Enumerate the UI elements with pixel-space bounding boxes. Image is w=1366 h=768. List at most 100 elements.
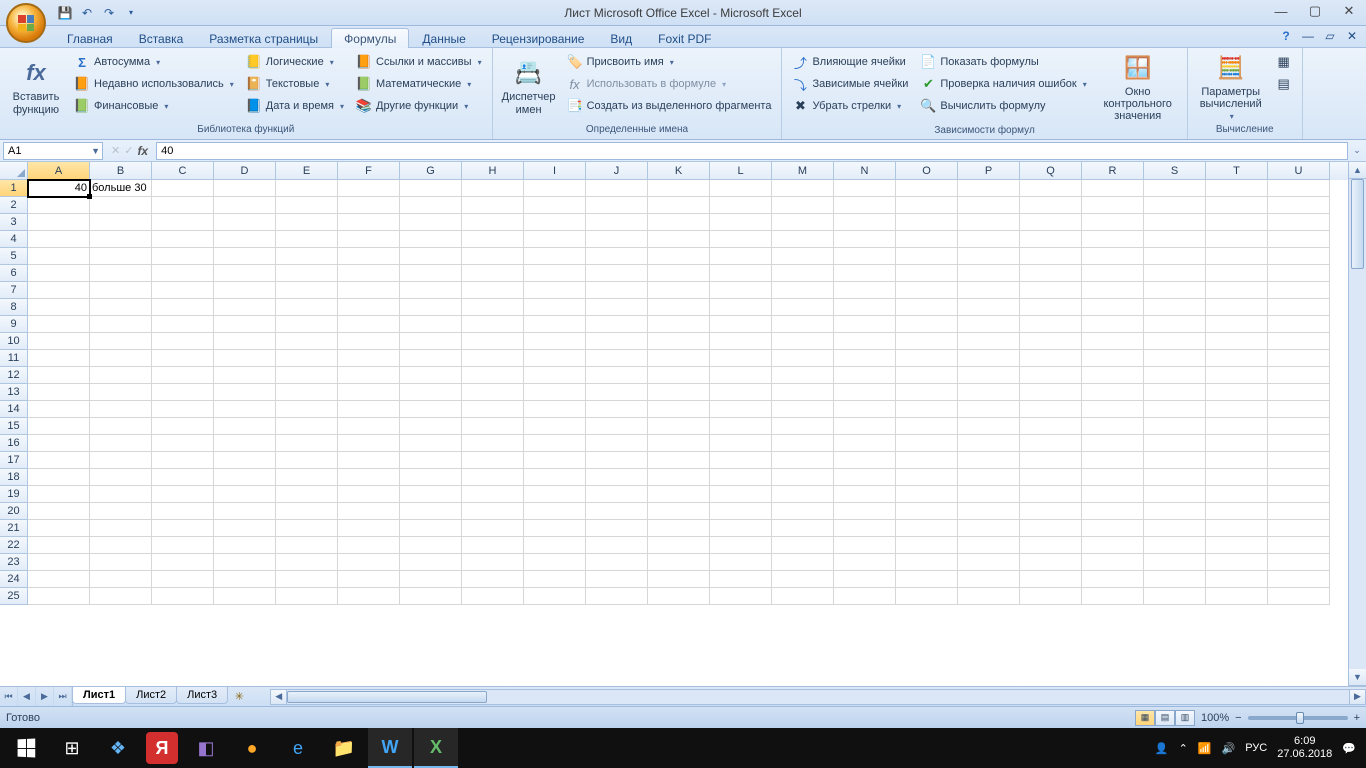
cell-A22[interactable] bbox=[28, 537, 90, 554]
cell-G20[interactable] bbox=[400, 503, 462, 520]
cell-G16[interactable] bbox=[400, 435, 462, 452]
cell-J12[interactable] bbox=[586, 367, 648, 384]
zoom-thumb[interactable] bbox=[1296, 712, 1304, 724]
cell-S13[interactable] bbox=[1144, 384, 1206, 401]
cell-T11[interactable] bbox=[1206, 350, 1268, 367]
office-button[interactable] bbox=[6, 3, 46, 43]
cell-A5[interactable] bbox=[28, 248, 90, 265]
taskbar-app-1[interactable]: ❖ bbox=[96, 728, 140, 768]
cell-B11[interactable] bbox=[90, 350, 152, 367]
cell-C1[interactable] bbox=[152, 180, 214, 197]
cell-D12[interactable] bbox=[214, 367, 276, 384]
cell-L12[interactable] bbox=[710, 367, 772, 384]
cell-E1[interactable] bbox=[276, 180, 338, 197]
cell-K7[interactable] bbox=[648, 282, 710, 299]
cell-E19[interactable] bbox=[276, 486, 338, 503]
maximize-button[interactable]: ▢ bbox=[1298, 0, 1332, 22]
cell-L4[interactable] bbox=[710, 231, 772, 248]
cell-B15[interactable] bbox=[90, 418, 152, 435]
cell-A18[interactable] bbox=[28, 469, 90, 486]
cell-H11[interactable] bbox=[462, 350, 524, 367]
cell-K24[interactable] bbox=[648, 571, 710, 588]
cell-B6[interactable] bbox=[90, 265, 152, 282]
cell-Q21[interactable] bbox=[1020, 520, 1082, 537]
cell-H16[interactable] bbox=[462, 435, 524, 452]
cell-G25[interactable] bbox=[400, 588, 462, 605]
tab-данные[interactable]: Данные bbox=[409, 28, 478, 48]
cell-K15[interactable] bbox=[648, 418, 710, 435]
cell-E3[interactable] bbox=[276, 214, 338, 231]
cell-D14[interactable] bbox=[214, 401, 276, 418]
cell-P18[interactable] bbox=[958, 469, 1020, 486]
taskbar-excel-button[interactable]: X bbox=[414, 728, 458, 768]
cell-C18[interactable] bbox=[152, 469, 214, 486]
cell-P5[interactable] bbox=[958, 248, 1020, 265]
cell-H9[interactable] bbox=[462, 316, 524, 333]
cell-Q8[interactable] bbox=[1020, 299, 1082, 316]
cell-P21[interactable] bbox=[958, 520, 1020, 537]
cell-B19[interactable] bbox=[90, 486, 152, 503]
taskbar-app-2[interactable]: Я bbox=[146, 732, 178, 764]
minimize-button[interactable]: — bbox=[1264, 0, 1298, 22]
horizontal-scrollbar[interactable]: ◀ ▶ bbox=[270, 689, 1366, 705]
cell-J21[interactable] bbox=[586, 520, 648, 537]
mdi-close-icon[interactable]: ✕ bbox=[1344, 28, 1360, 44]
cell-G23[interactable] bbox=[400, 554, 462, 571]
cell-O23[interactable] bbox=[896, 554, 958, 571]
cell-E14[interactable] bbox=[276, 401, 338, 418]
cell-P15[interactable] bbox=[958, 418, 1020, 435]
cell-K23[interactable] bbox=[648, 554, 710, 571]
cell-H1[interactable] bbox=[462, 180, 524, 197]
cell-U12[interactable] bbox=[1268, 367, 1330, 384]
cell-S7[interactable] bbox=[1144, 282, 1206, 299]
cell-R21[interactable] bbox=[1082, 520, 1144, 537]
cell-O10[interactable] bbox=[896, 333, 958, 350]
cell-A23[interactable] bbox=[28, 554, 90, 571]
cell-D6[interactable] bbox=[214, 265, 276, 282]
cell-E7[interactable] bbox=[276, 282, 338, 299]
cell-U20[interactable] bbox=[1268, 503, 1330, 520]
cell-E24[interactable] bbox=[276, 571, 338, 588]
cell-L23[interactable] bbox=[710, 554, 772, 571]
cell-D10[interactable] bbox=[214, 333, 276, 350]
row-header-24[interactable]: 24 bbox=[0, 571, 28, 588]
cell-M11[interactable] bbox=[772, 350, 834, 367]
cell-B22[interactable] bbox=[90, 537, 152, 554]
col-header-B[interactable]: B bbox=[90, 162, 152, 180]
cell-S1[interactable] bbox=[1144, 180, 1206, 197]
cell-U18[interactable] bbox=[1268, 469, 1330, 486]
cell-E18[interactable] bbox=[276, 469, 338, 486]
next-sheet-icon[interactable]: ▶ bbox=[36, 687, 54, 707]
cell-B2[interactable] bbox=[90, 197, 152, 214]
cell-R3[interactable] bbox=[1082, 214, 1144, 231]
cell-M15[interactable] bbox=[772, 418, 834, 435]
cell-A16[interactable] bbox=[28, 435, 90, 452]
cell-P14[interactable] bbox=[958, 401, 1020, 418]
cell-I19[interactable] bbox=[524, 486, 586, 503]
cell-T8[interactable] bbox=[1206, 299, 1268, 316]
cell-L14[interactable] bbox=[710, 401, 772, 418]
cell-I6[interactable] bbox=[524, 265, 586, 282]
cell-D16[interactable] bbox=[214, 435, 276, 452]
cell-N18[interactable] bbox=[834, 469, 896, 486]
cell-P22[interactable] bbox=[958, 537, 1020, 554]
cell-P17[interactable] bbox=[958, 452, 1020, 469]
cell-E11[interactable] bbox=[276, 350, 338, 367]
row-header-22[interactable]: 22 bbox=[0, 537, 28, 554]
cell-B23[interactable] bbox=[90, 554, 152, 571]
cell-L9[interactable] bbox=[710, 316, 772, 333]
cell-O22[interactable] bbox=[896, 537, 958, 554]
vertical-scrollbar[interactable]: ▲ ▼ bbox=[1348, 162, 1366, 686]
row-header-14[interactable]: 14 bbox=[0, 401, 28, 418]
cell-T2[interactable] bbox=[1206, 197, 1268, 214]
cell-T13[interactable] bbox=[1206, 384, 1268, 401]
cell-T24[interactable] bbox=[1206, 571, 1268, 588]
cell-G11[interactable] bbox=[400, 350, 462, 367]
cell-U11[interactable] bbox=[1268, 350, 1330, 367]
row-header-12[interactable]: 12 bbox=[0, 367, 28, 384]
cell-Q6[interactable] bbox=[1020, 265, 1082, 282]
col-header-E[interactable]: E bbox=[276, 162, 338, 180]
cell-G15[interactable] bbox=[400, 418, 462, 435]
cell-H19[interactable] bbox=[462, 486, 524, 503]
cell-O18[interactable] bbox=[896, 469, 958, 486]
